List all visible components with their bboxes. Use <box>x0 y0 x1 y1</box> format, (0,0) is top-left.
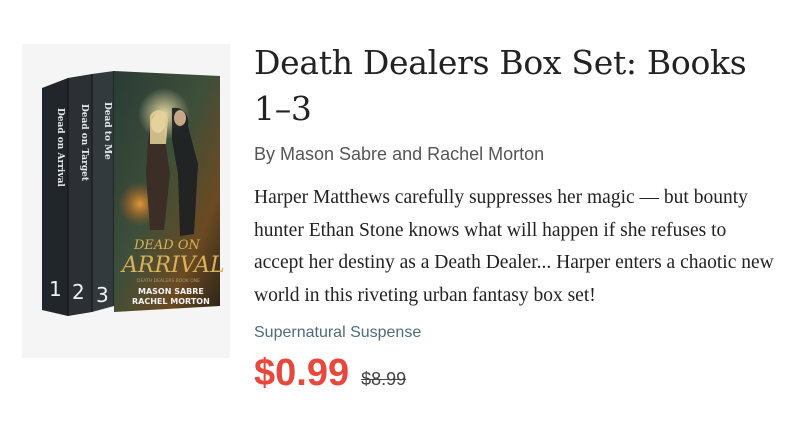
front-cover: DEAD ON ARRIVAL DEATH DEALERS BOOK ONE M… <box>114 71 225 312</box>
box-set-image: Dead on Arrival Dead on Target Dead to M… <box>42 71 225 316</box>
original-price: $8.99 <box>361 369 407 389</box>
genre-link[interactable]: Supernatural Suspense <box>254 324 774 342</box>
book-info: Death Dealers Box Set: Books 1–3 By Maso… <box>254 40 774 395</box>
book-description: Harper Matthews carefully suppresses her… <box>254 187 774 306</box>
book-cover[interactable]: Dead on Arrival Dead on Target Dead to M… <box>22 44 230 358</box>
front-series: DEATH DEALERS BOOK ONE <box>137 278 200 284</box>
sale-price: $0.99 <box>254 352 350 394</box>
spine-title-1: Dead on Arrival <box>55 108 65 187</box>
book-authors: By Mason Sabre and Rachel Morton <box>254 144 545 164</box>
spine-number-1: 1 <box>49 277 62 301</box>
front-author-2: RACHEL MORTON <box>132 297 210 306</box>
spine-title-2: Dead on Target <box>79 104 89 182</box>
spine-number-2: 2 <box>72 280 85 304</box>
book-title[interactable]: Death Dealers Box Set: Books 1–3 <box>254 40 774 132</box>
spine-number-3: 3 <box>96 283 109 307</box>
front-title-line2: ARRIVAL <box>120 253 225 278</box>
spines: Dead on Arrival Dead on Target Dead to M… <box>42 71 115 316</box>
price-row: $0.99 $8.99 <box>254 352 774 395</box>
spine-title-3: Dead to Me <box>102 102 112 160</box>
front-title-line1: DEAD ON <box>133 238 201 253</box>
front-author-1: MASON SABRE <box>138 287 204 296</box>
